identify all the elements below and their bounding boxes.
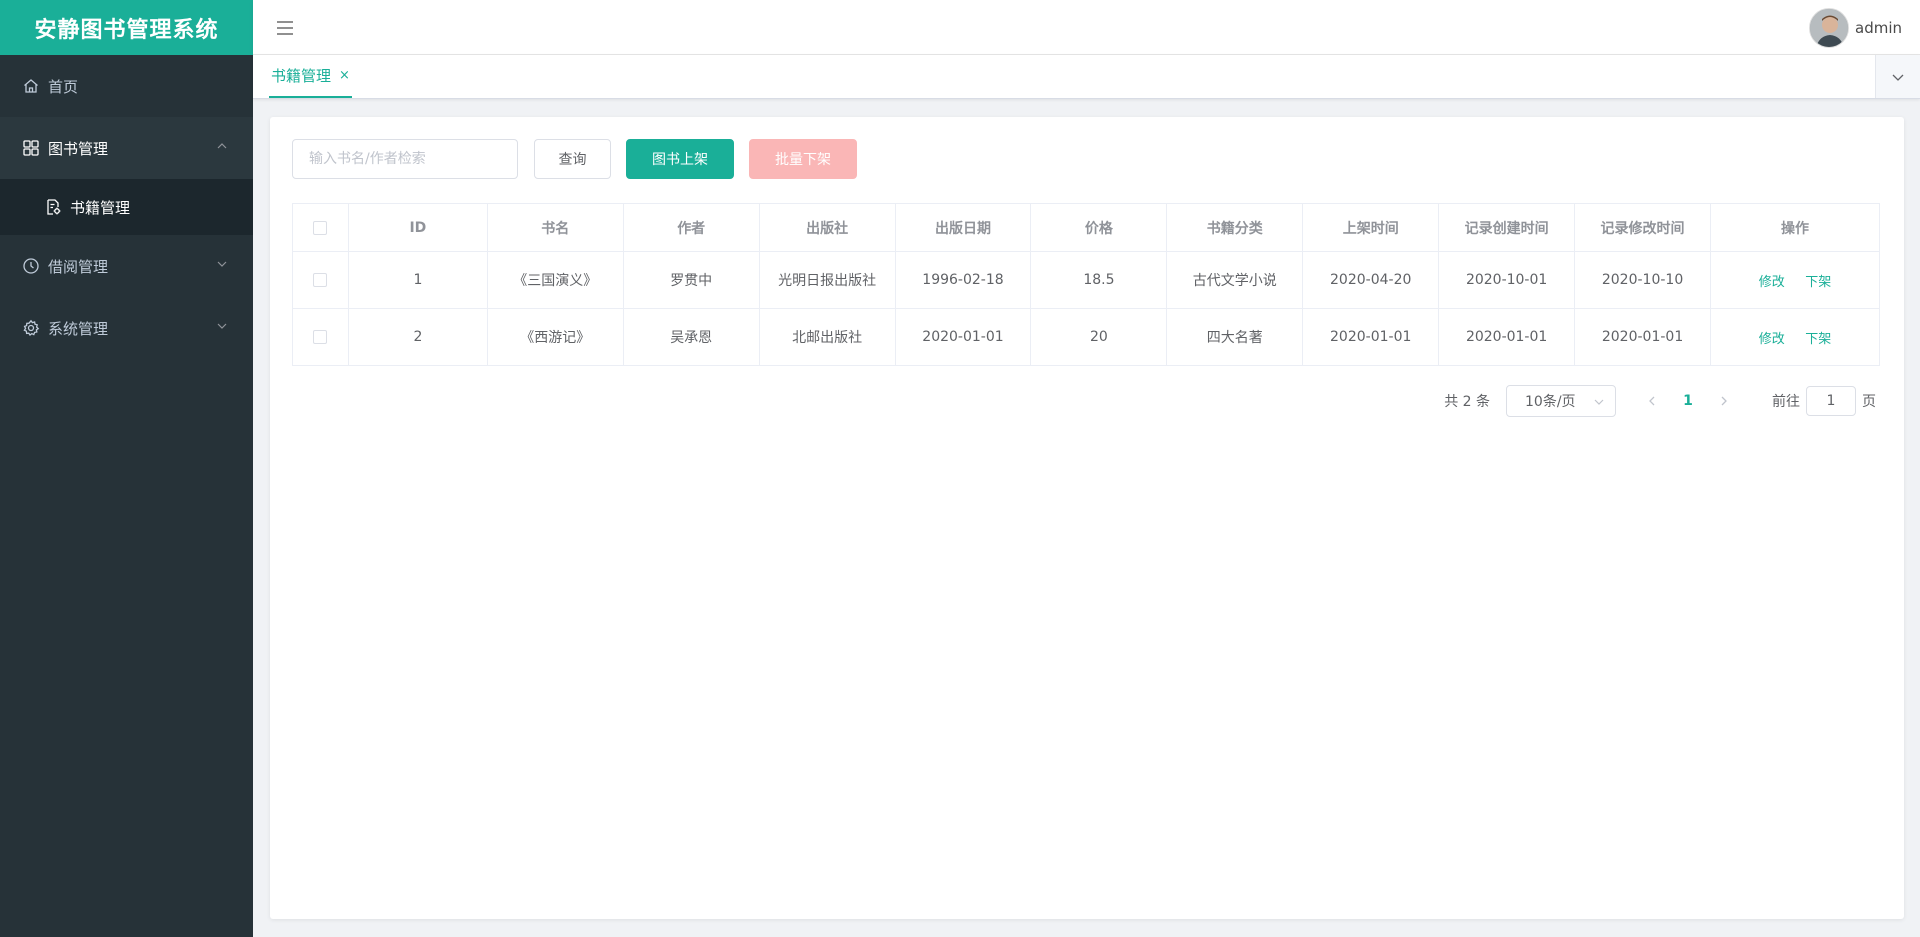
table-row: 1 《三国演义》 罗贯中 光明日报出版社 1996-02-18 18.5 古代文…	[292, 251, 1880, 309]
books-table: ID 书名 作者 出版社 出版日期 价格 书籍分类 上架时间 记录创建时间 记录…	[292, 203, 1880, 366]
pagination: 共 2 条 10条/页 1 前往 页	[1444, 385, 1876, 417]
edit-link[interactable]: 修改	[1759, 332, 1785, 347]
row-select-cell	[292, 308, 349, 366]
username[interactable]: admin	[1855, 19, 1902, 37]
column-header: 书名	[487, 203, 624, 252]
cell-price: 18.5	[1030, 251, 1168, 309]
cell-author: 吴承恩	[623, 308, 760, 366]
chevron-left-icon	[1649, 396, 1655, 406]
sidebar-item-label: 首页	[48, 77, 79, 96]
sidebar-item-borrow-management[interactable]: 借阅管理	[0, 235, 253, 297]
next-page-button[interactable]	[1706, 385, 1742, 417]
chevron-down-icon	[1594, 399, 1604, 405]
column-header: 作者	[623, 203, 760, 252]
column-header: 记录创建时间	[1438, 203, 1576, 252]
sidebar-item-book-management[interactable]: 图书管理	[0, 117, 253, 179]
grid-icon	[22, 139, 40, 157]
row-checkbox[interactable]	[313, 330, 328, 344]
submenu-book-management: 书籍管理	[0, 179, 253, 235]
cell-id: 1	[348, 251, 488, 309]
top-header: admin	[253, 0, 1920, 55]
chevron-up-icon	[215, 139, 229, 153]
page-size-select[interactable]: 10条/页	[1506, 385, 1616, 417]
avatar[interactable]	[1809, 8, 1849, 48]
select-all-checkbox[interactable]	[313, 220, 328, 235]
app-logo-title: 安静图书管理系统	[0, 0, 253, 55]
tabs-bar: 书籍管理 ×	[253, 55, 1920, 99]
column-header: ID	[348, 203, 488, 252]
sidebar-item-home[interactable]: 首页	[0, 55, 253, 117]
table-header-row: ID 书名 作者 出版社 出版日期 价格 书籍分类 上架时间 记录创建时间 记录…	[292, 203, 1880, 252]
user-menu[interactable]: admin	[1809, 8, 1902, 48]
tab-label: 书籍管理	[271, 67, 332, 85]
pagination-total: 共 2 条	[1444, 394, 1490, 410]
cell-pub-date: 2020-01-01	[895, 308, 1032, 366]
goto-page-input[interactable]	[1806, 386, 1856, 416]
cell-category: 古代文学小说	[1166, 251, 1304, 309]
chevron-right-icon	[1721, 396, 1727, 406]
table-row: 2 《西游记》 吴承恩 北邮出版社 2020-01-01 20 四大名著 202…	[292, 308, 1880, 366]
cell-price: 20	[1030, 308, 1168, 366]
cell-modified: 2020-10-10	[1574, 251, 1712, 309]
cell-actions: 修改 下架	[1710, 308, 1880, 366]
cell-category: 四大名著	[1166, 308, 1304, 366]
add-book-button[interactable]: 图书上架	[626, 139, 734, 179]
home-icon	[22, 77, 40, 95]
select-all-cell	[292, 203, 349, 252]
cell-created: 2020-10-01	[1438, 251, 1576, 309]
goto-prefix: 前往	[1772, 394, 1800, 410]
column-header: 操作	[1710, 203, 1880, 252]
sidebar-item-label: 借阅管理	[48, 257, 109, 276]
column-header: 上架时间	[1302, 203, 1440, 252]
cell-name: 《西游记》	[487, 308, 624, 366]
sidebar-item-label: 系统管理	[48, 319, 109, 338]
prev-page-button[interactable]	[1634, 385, 1670, 417]
sidebar: 安静图书管理系统 首页 图书管理 书籍管理 借阅管理 系统管理	[0, 0, 253, 937]
tabs-dropdown-button[interactable]	[1875, 55, 1920, 98]
cell-pub-date: 1996-02-18	[895, 251, 1032, 309]
sidebar-item-system-management[interactable]: 系统管理	[0, 297, 253, 359]
cell-shelf-time: 2020-01-01	[1302, 308, 1440, 366]
document-settings-icon	[44, 198, 62, 216]
cell-shelf-time: 2020-04-20	[1302, 251, 1440, 309]
chevron-down-icon	[1892, 74, 1904, 81]
column-header: 书籍分类	[1166, 203, 1304, 252]
clock-icon	[22, 257, 40, 275]
cell-actions: 修改 下架	[1710, 251, 1880, 309]
goto-suffix: 页	[1862, 394, 1876, 410]
hamburger-menu-icon[interactable]	[275, 18, 295, 38]
batch-remove-button[interactable]: 批量下架	[749, 139, 857, 179]
edit-link[interactable]: 修改	[1759, 275, 1785, 290]
column-header: 价格	[1030, 203, 1168, 252]
main-card: 查询 图书上架 批量下架 ID 书名 作者 出版社 出版日期 价格 书籍分类 上…	[270, 117, 1904, 919]
column-header: 出版社	[759, 203, 896, 252]
cell-created: 2020-01-01	[1438, 308, 1576, 366]
sidebar-item-books[interactable]: 书籍管理	[0, 179, 253, 235]
cell-name: 《三国演义》	[487, 251, 624, 309]
column-header: 记录修改时间	[1574, 203, 1712, 252]
tab-book-management[interactable]: 书籍管理 ×	[269, 55, 352, 98]
row-checkbox[interactable]	[313, 273, 328, 287]
sidebar-item-label: 图书管理	[48, 139, 109, 158]
row-select-cell	[292, 251, 349, 309]
page-jumper: 前往 页	[1772, 386, 1876, 416]
chevron-down-icon	[215, 257, 229, 271]
cell-publisher: 光明日报出版社	[759, 251, 896, 309]
column-header: 出版日期	[895, 203, 1032, 252]
cell-author: 罗贯中	[623, 251, 760, 309]
cell-publisher: 北邮出版社	[759, 308, 896, 366]
remove-link[interactable]: 下架	[1805, 332, 1831, 347]
sidebar-item-label: 书籍管理	[70, 198, 131, 217]
cell-modified: 2020-01-01	[1574, 308, 1712, 366]
query-button[interactable]: 查询	[534, 139, 611, 179]
chevron-down-icon	[215, 319, 229, 333]
page-size-value: 10条/页	[1525, 394, 1576, 410]
search-input[interactable]	[292, 139, 518, 179]
close-icon[interactable]: ×	[339, 68, 350, 83]
cell-id: 2	[348, 308, 488, 366]
gear-icon	[22, 319, 40, 337]
remove-link[interactable]: 下架	[1805, 275, 1831, 290]
page-number-current[interactable]: 1	[1670, 385, 1706, 417]
